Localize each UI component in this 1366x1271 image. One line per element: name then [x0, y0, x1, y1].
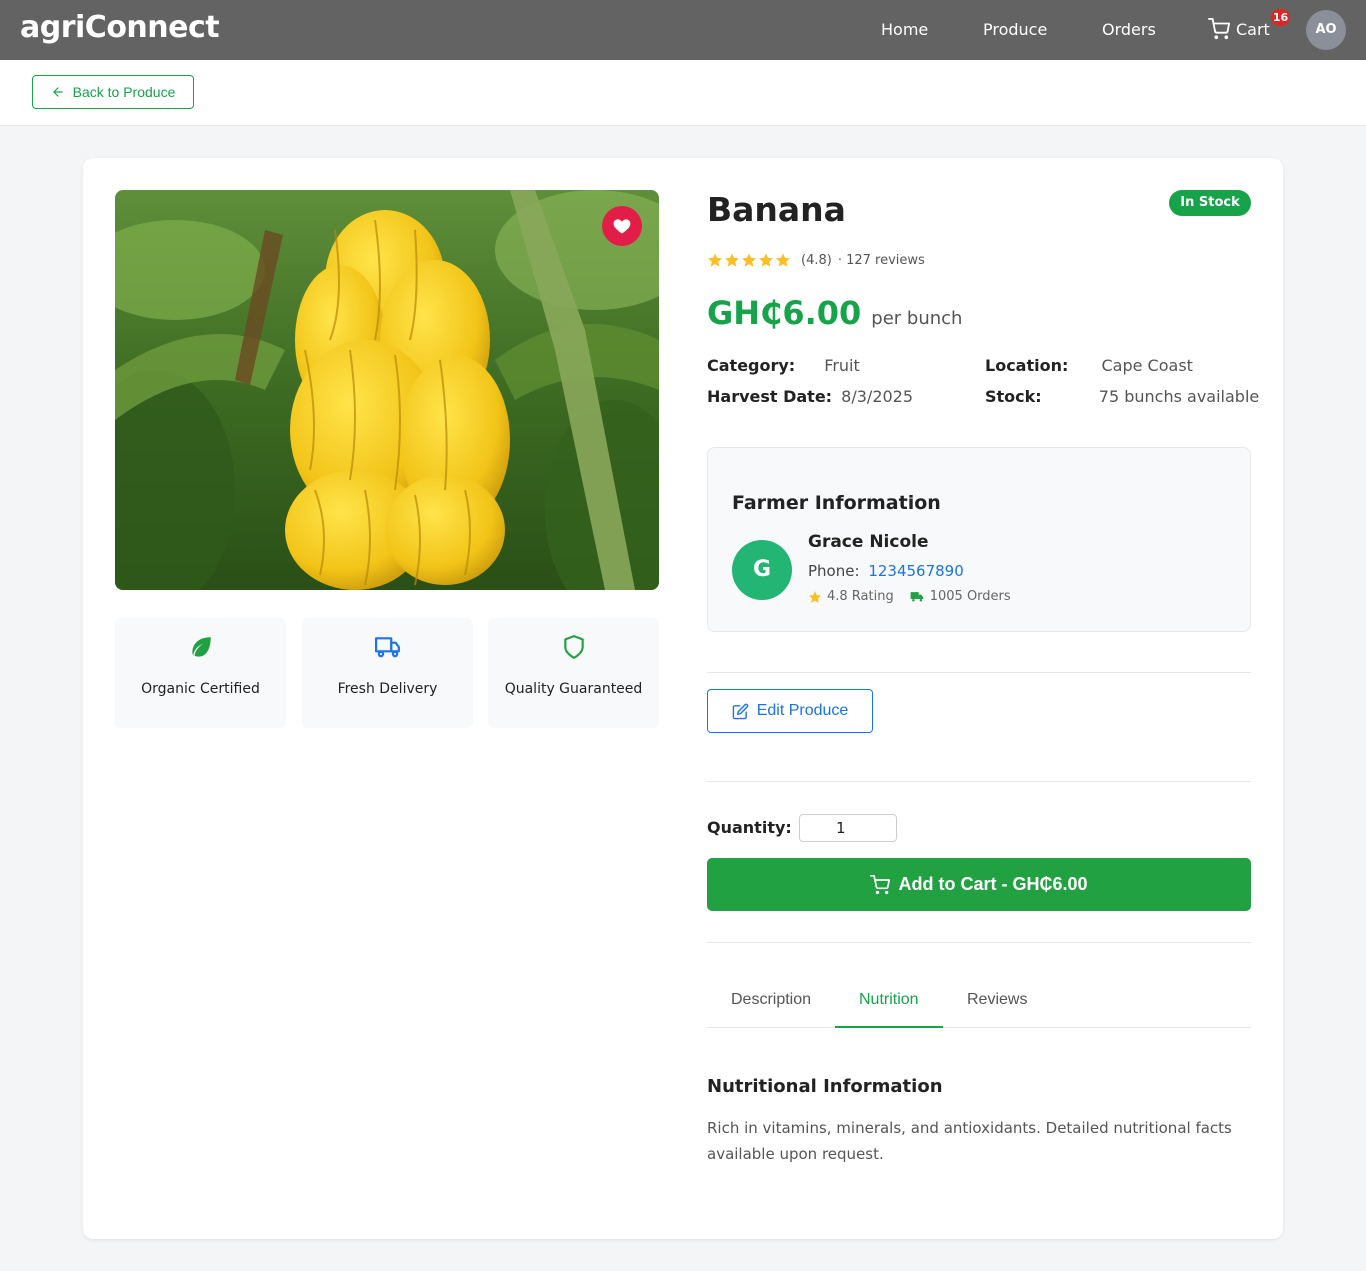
meta-value: 75 bunchs available [1098, 387, 1260, 406]
meta-label: Location: [985, 356, 1069, 375]
rating-stars [707, 252, 791, 268]
star-icon [808, 590, 822, 603]
product-tabs: Description Nutrition Reviews [707, 980, 1251, 1028]
farmer-info-panel [707, 447, 1251, 632]
stock-status-badge: In Stock [1169, 190, 1251, 216]
back-button-label: Back to Produce [72, 84, 176, 100]
feature-quality-guaranteed: Quality Guaranteed [488, 618, 659, 728]
product-price: GH₵6.00 per bunch [707, 294, 962, 332]
phone-link[interactable]: 1234567890 [868, 562, 963, 580]
farmer-name: Grace Nicole [808, 532, 929, 552]
farmer-heading: Farmer Information [732, 492, 941, 514]
product-rating: (4.8) · 127 reviews [707, 252, 925, 268]
divider [707, 942, 1251, 943]
truck-icon [374, 637, 400, 658]
star-icon [742, 253, 756, 267]
cart-icon [1208, 18, 1230, 40]
farmer-avatar: G [732, 540, 792, 600]
quantity-label: Quantity: [707, 818, 792, 837]
farmer-rating-text: 4.8 Rating [827, 589, 894, 604]
product-image [115, 190, 659, 590]
farmer-orders-text: 1005 Orders [929, 589, 1011, 604]
divider [707, 781, 1251, 782]
nutrition-heading: Nutritional Information [707, 1076, 943, 1097]
nutrition-text: Rich in vitamins, minerals, and antioxid… [707, 1119, 1232, 1163]
tab-description[interactable]: Description [707, 980, 835, 1028]
cart-icon [870, 874, 891, 894]
meta-category: Category: Fruit [707, 356, 860, 375]
user-avatar[interactable]: AO [1306, 10, 1346, 50]
top-navbar: agriConnect Home Produce Orders Cart 16 … [0, 0, 1366, 60]
price-amount: GH₵6.00 [707, 294, 862, 332]
edit-produce-button[interactable]: Edit Produce [707, 689, 873, 733]
cart-count-badge: 16 [1271, 9, 1290, 26]
star-icon [725, 253, 739, 267]
phone-label: Phone: [808, 562, 860, 580]
quantity-input[interactable] [799, 814, 897, 842]
price-unit: per bunch [871, 308, 963, 329]
favorite-button[interactable] [602, 206, 642, 246]
meta-label: Stock: [985, 387, 1042, 406]
nav-orders-link[interactable]: Orders [1102, 20, 1156, 39]
farmer-stats: 4.8 Rating 1005 Orders [808, 589, 1011, 604]
feature-label: Quality Guaranteed [504, 681, 643, 697]
farmer-orders: 1005 Orders [910, 589, 1011, 604]
tab-nutrition[interactable]: Nutrition [835, 980, 943, 1028]
feature-fresh-delivery: Fresh Delivery [302, 618, 473, 728]
cart-label: Cart [1236, 19, 1270, 39]
meta-label: Category: [707, 356, 796, 375]
divider [707, 672, 1251, 673]
truck-icon [910, 592, 923, 602]
shield-icon [563, 635, 584, 659]
subheader-bar: Back to Produce [0, 60, 1366, 126]
add-to-cart-label: Add to Cart - GH₵6.00 [898, 874, 1088, 894]
star-icon [708, 253, 722, 267]
rating-value: (4.8) [801, 252, 832, 268]
feature-label: Fresh Delivery [337, 681, 438, 697]
tab-reviews[interactable]: Reviews [943, 980, 1051, 1028]
leaf-icon [191, 637, 211, 657]
feature-organic-certified: Organic Certified [115, 618, 286, 728]
product-title: Banana [707, 190, 846, 229]
feature-label: Organic Certified [141, 681, 260, 697]
edit-button-label: Edit Produce [756, 702, 849, 719]
brand-logo[interactable]: agriConnect [20, 10, 220, 45]
back-to-produce-button[interactable]: Back to Produce [32, 75, 194, 109]
add-to-cart-button[interactable]: Add to Cart - GH₵6.00 [707, 858, 1251, 911]
meta-location: Location: Cape Coast [985, 356, 1193, 375]
meta-label: Harvest Date: [707, 387, 833, 406]
star-icon [776, 253, 790, 267]
edit-icon [732, 703, 749, 719]
meta-harvest-date: Harvest Date: 8/3/2025 [707, 387, 913, 406]
meta-value: Cape Coast [1101, 356, 1193, 375]
farmer-rating: 4.8 Rating [808, 589, 894, 604]
heart-icon [613, 219, 631, 234]
nav-home-link[interactable]: Home [881, 20, 928, 39]
meta-value: Fruit [824, 356, 860, 375]
arrow-left-icon [52, 87, 63, 97]
review-count: · 127 reviews [837, 252, 925, 268]
nav-produce-link[interactable]: Produce [983, 20, 1047, 39]
meta-value: 8/3/2025 [841, 387, 914, 406]
meta-stock: Stock: 75 bunchs available [985, 387, 1259, 406]
nav-cart-link[interactable]: Cart [1208, 18, 1270, 40]
star-icon [759, 253, 773, 267]
farmer-phone: Phone: 1234567890 [808, 562, 964, 580]
